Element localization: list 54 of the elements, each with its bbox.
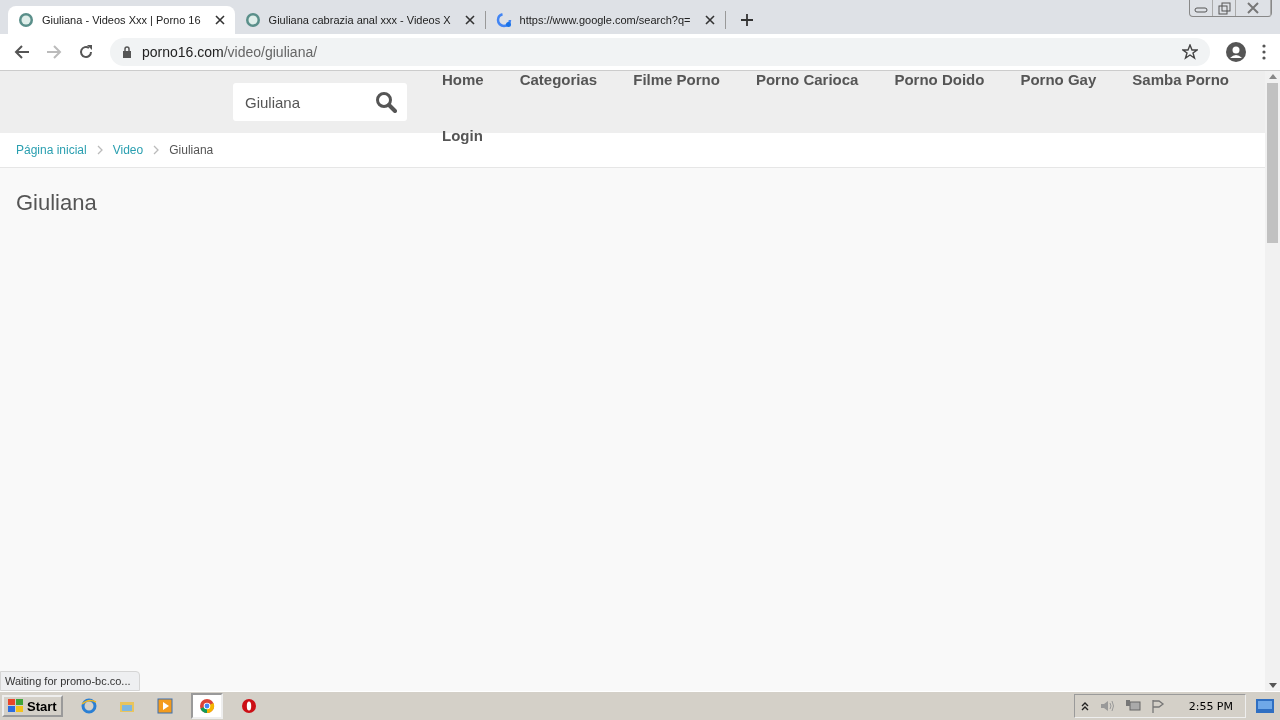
nav-link[interactable]: Porno Doido [894, 71, 985, 89]
close-icon[interactable] [214, 15, 225, 25]
nav-link[interactable]: Filme Porno [633, 71, 720, 89]
scrollbar[interactable] [1265, 71, 1280, 691]
scroll-up-icon[interactable] [1268, 74, 1277, 79]
network-icon[interactable] [1124, 699, 1141, 713]
search-field[interactable]: Giuliana [233, 83, 407, 121]
scroll-thumb[interactable] [1267, 83, 1278, 243]
nav-link[interactable]: Login [442, 127, 483, 145]
tab-title: Giuliana - Videos Xxx | Porno 16 [42, 14, 201, 26]
site-icon [244, 12, 261, 28]
opera-icon [240, 698, 257, 714]
status-bubble: Waiting for promo-bc.co... [0, 671, 140, 691]
page-title: Giuliana [16, 190, 98, 216]
chevron-icon [153, 145, 160, 155]
tab-title: https://www.google.com/search?q= [519, 14, 691, 26]
nav-link[interactable]: Porno Carioca [755, 71, 859, 89]
browser-tab[interactable]: Giuliana cabrazia anal xxx - Videos X [234, 6, 485, 34]
globe-icon [80, 698, 97, 714]
google-icon [495, 12, 512, 28]
nav-link[interactable]: Categorias [519, 71, 598, 89]
close-icon[interactable] [464, 15, 475, 25]
taskbar-app[interactable] [190, 693, 223, 719]
close-icon[interactable] [704, 15, 715, 25]
tab-title: Giuliana cabrazia anal xxx - Videos X [268, 14, 451, 26]
star-icon[interactable] [1182, 44, 1198, 60]
browser-tab[interactable]: Giuliana - Videos Xxx | Porno 16 [8, 6, 235, 34]
breadcrumb-link[interactable]: Video [112, 143, 144, 157]
windows-logo-icon [8, 699, 24, 713]
start-button[interactable]: Start [2, 695, 63, 717]
search-icon[interactable] [375, 91, 397, 113]
reload-icon[interactable] [78, 44, 94, 60]
back-icon[interactable] [14, 44, 30, 60]
flag-icon[interactable] [1150, 699, 1165, 713]
scroll-down-icon[interactable] [1268, 683, 1277, 688]
account-icon[interactable] [1226, 42, 1246, 62]
lock-icon [122, 46, 132, 58]
url-text: porno16.com/video/giuliana/ [142, 44, 319, 60]
clock: 2:55 PM [1188, 699, 1233, 713]
browser-tab[interactable]: https://www.google.com/search?q= [485, 6, 725, 34]
breadcrumb-current: Giuliana [169, 143, 214, 157]
address-bar[interactable]: porno16.com/video/giuliana/ [110, 38, 1210, 66]
nav-link[interactable]: Home [442, 71, 484, 89]
nav-link[interactable]: Samba Porno [1132, 71, 1229, 89]
nav-link[interactable]: Porno Gay [1020, 71, 1097, 89]
play-icon [156, 698, 173, 714]
chevron-icon [96, 145, 103, 155]
search-input[interactable]: Giuliana [245, 93, 375, 111]
breadcrumb-link[interactable]: Página inicial [16, 143, 87, 157]
site-icon [18, 12, 34, 28]
chevron-up-icon[interactable] [1080, 701, 1089, 711]
chrome-icon [198, 698, 215, 714]
menu-icon[interactable] [1262, 44, 1266, 60]
new-tab-icon[interactable] [739, 13, 754, 27]
